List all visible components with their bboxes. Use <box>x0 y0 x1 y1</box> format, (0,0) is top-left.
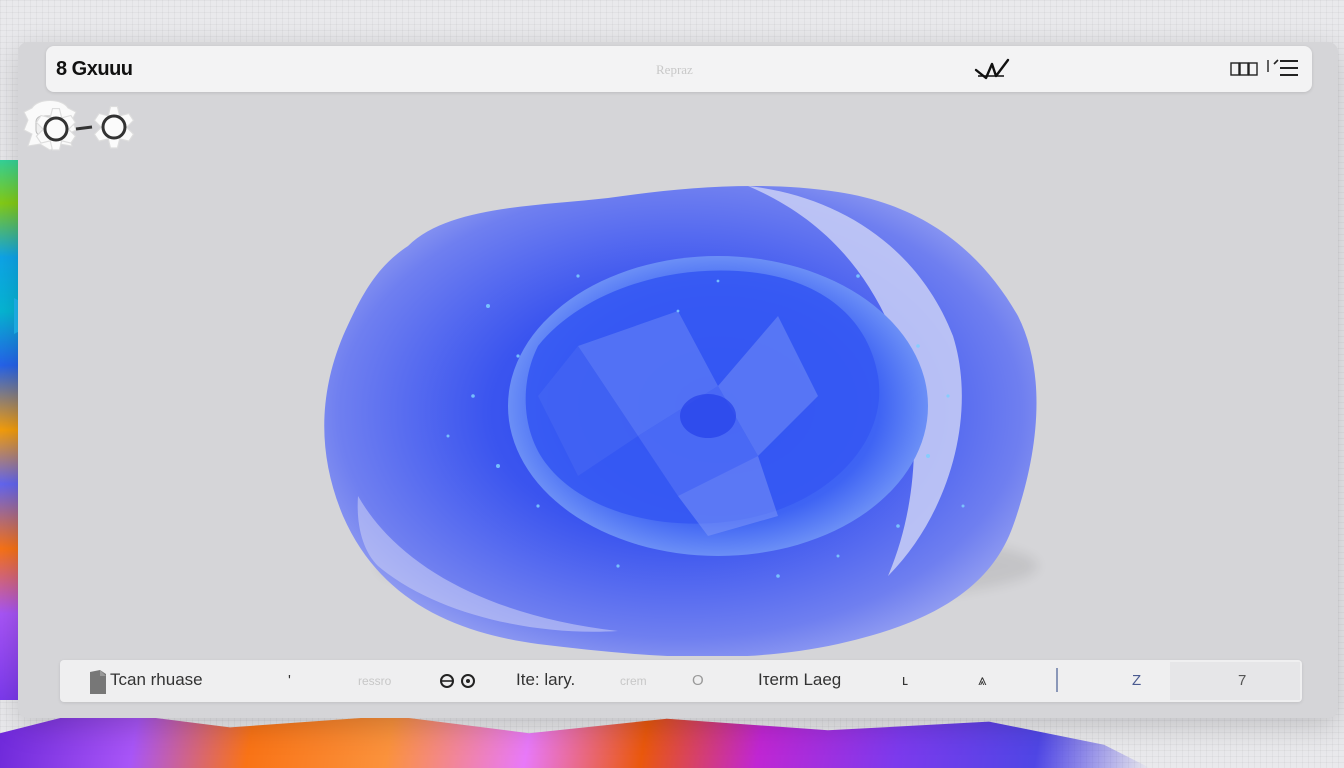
window-box-icon[interactable] <box>1230 62 1258 76</box>
toolbar-item-z[interactable]: Z <box>1132 672 1141 689</box>
double-circle-icon[interactable] <box>438 672 478 690</box>
toolbar-item-term[interactable]: Ιτerm Laeg <box>758 670 841 690</box>
scribble-mark-icon[interactable] <box>974 56 1010 82</box>
hamburger-menu-icon[interactable] <box>1266 58 1300 80</box>
blob-illustration <box>324 185 1038 656</box>
document-icon[interactable] <box>88 668 108 696</box>
toolbar-item-corner[interactable]: ʟ <box>902 672 908 689</box>
toolbar-item-seven[interactable]: 7 <box>1238 672 1246 689</box>
toolbar-slot <box>1170 662 1300 700</box>
center-caption: Repraz <box>656 62 693 77</box>
bottom-toolbar: Tcan rhuase ' ressro Ite: lary. crem Ο Ι… <box>60 660 1302 702</box>
main-window: 8 Gxuuu Repraz Tcan rhuase ' ressro Ite:… <box>18 42 1338 718</box>
toolbar-item-crem[interactable]: crem <box>620 674 647 688</box>
toolbar-tick: ' <box>288 672 291 689</box>
toolbar-item-circle[interactable]: Ο <box>692 672 704 689</box>
title-bar: 8 Gxuuu Repraz <box>46 46 1312 92</box>
toolbar-item-lary[interactable]: Ite: lary. <box>516 670 575 690</box>
app-title: 8 Gxuuu <box>56 58 133 80</box>
title-bar-controls <box>1230 58 1300 80</box>
toolbar-item-wedge[interactable]: ⩓ <box>978 672 986 689</box>
toolbar-item-phrase[interactable]: Tcan rhuase <box>110 670 203 690</box>
toolbar-separator <box>1056 668 1058 692</box>
gear-pair-icon[interactable] <box>18 96 142 156</box>
canvas-area[interactable] <box>18 96 1338 656</box>
toolbar-item-ressro[interactable]: ressro <box>358 674 391 688</box>
